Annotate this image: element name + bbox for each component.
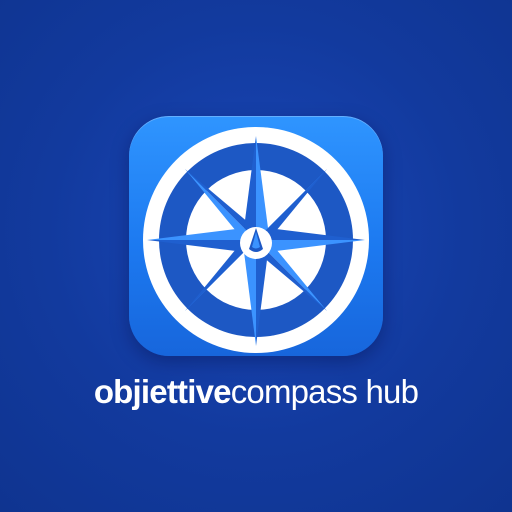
brand-wordmark: objiettivecompass hub (0, 372, 512, 412)
wordmark-regular-part: compass hub (230, 373, 419, 410)
wordmark-bold-part: objiettive (93, 373, 232, 410)
app-logo-screen: { "logo": { "icon": "compass-rose-icon",… (0, 0, 512, 512)
compass-rose-icon (143, 127, 369, 353)
app-icon-tile (129, 116, 383, 356)
